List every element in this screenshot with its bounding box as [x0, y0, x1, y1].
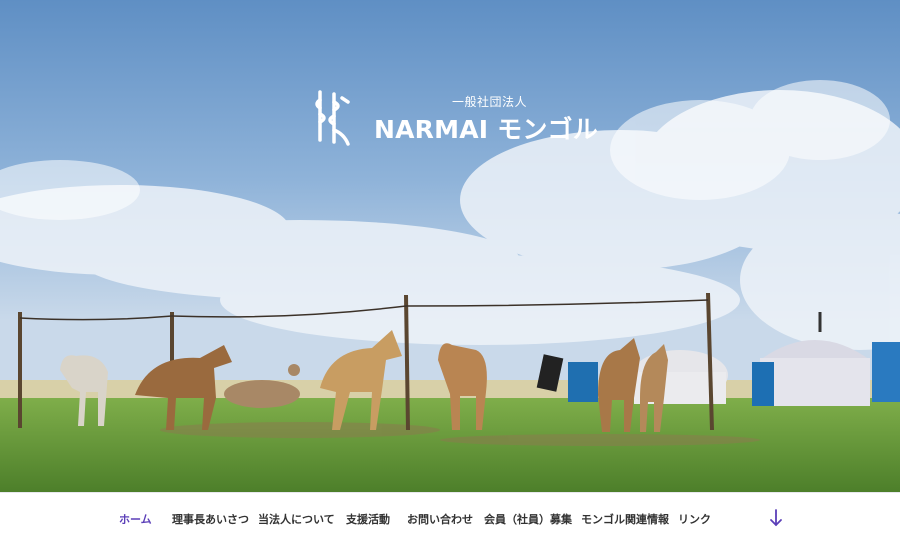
main-navigation: ホーム 理事長あいさつ 当法人について 支援活動 お問い合わせ 会員（社員）募集… [0, 492, 900, 545]
arrow-down-icon[interactable] [766, 506, 786, 530]
org-type-label: 一般社団法人 [452, 95, 528, 109]
nav-item-contact[interactable]: お問い合わせ [407, 511, 473, 527]
mongolian-script-logo-icon [315, 90, 350, 146]
hero-banner: 一般社団法人 NARMAI モンゴル [0, 0, 900, 492]
nav-item-member-recruitment[interactable]: 会員（社員）募集 [484, 511, 572, 527]
nav-item-chairman-greeting[interactable]: 理事長あいさつ [172, 511, 249, 527]
nav-item-home[interactable]: ホーム [119, 511, 152, 527]
site-title[interactable]: NARMAI モンゴル [374, 110, 598, 146]
nav-item-mongolia-info[interactable]: モンゴル関連情報 [581, 511, 669, 527]
nav-item-links[interactable]: リンク [678, 511, 711, 527]
nav-item-about[interactable]: 当法人について [258, 511, 335, 527]
nav-item-support-activities[interactable]: 支援活動 [346, 511, 390, 527]
steppe-landscape-image [0, 0, 900, 492]
